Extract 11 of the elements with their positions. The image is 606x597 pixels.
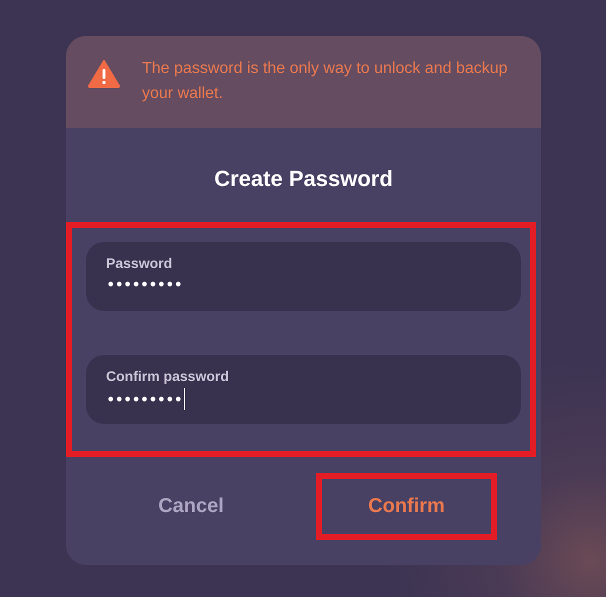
cancel-button[interactable]: Cancel bbox=[126, 473, 256, 540]
field-value: ••••••••• bbox=[106, 275, 182, 294]
warning-message: The password is the only way to unlock and backup your wallet. bbox=[142, 59, 509, 104]
field-label: Password bbox=[106, 255, 174, 271]
warning-icon bbox=[88, 60, 120, 88]
password-field[interactable]: Confirm password ••••••••• bbox=[86, 355, 521, 424]
password-field[interactable]: Password ••••••••• bbox=[86, 242, 521, 311]
field-label: Confirm password bbox=[106, 368, 230, 384]
field-value: ••••••••• bbox=[106, 390, 182, 408]
dialog-title: Create Password bbox=[213, 166, 394, 192]
text-cursor bbox=[184, 388, 185, 410]
